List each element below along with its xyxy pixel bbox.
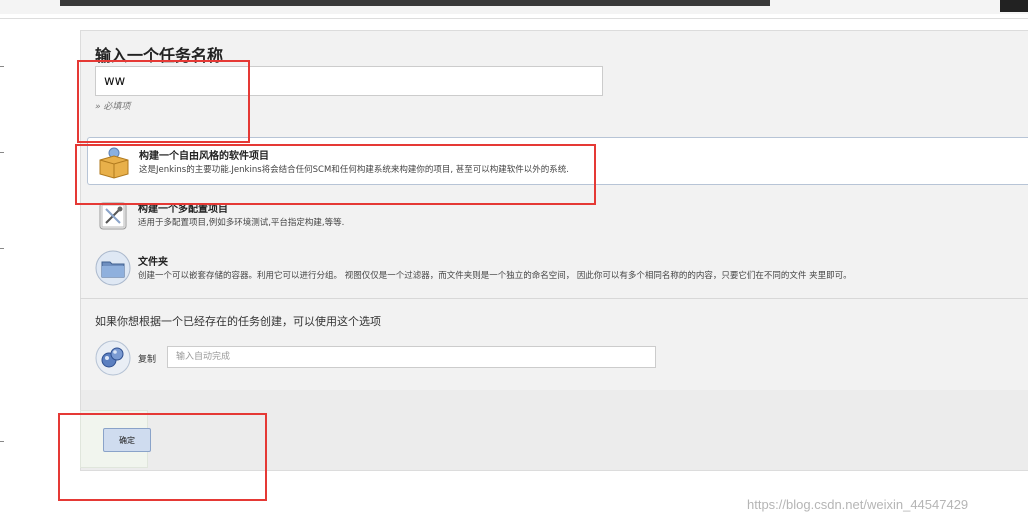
browser-corner (1000, 0, 1028, 12)
copy-from-label: 如果你想根据一个已经存在的任务创建，可以使用这个选项 (95, 315, 381, 328)
item-type-description: 适用于多配置项目,例如多环境测试,平台指定构建,等等. (138, 218, 345, 228)
folder-icon (95, 250, 131, 286)
annotation-box-freestyle (75, 144, 596, 205)
item-type-name: 文件夹 (138, 257, 168, 268)
watermark: https://blog.csdn.net/weixin_44547429 (747, 497, 969, 512)
browser-tab-strip (60, 0, 770, 6)
margin-tick (0, 441, 4, 442)
item-type-folder[interactable]: 文件夹 创建一个可以嵌套存储的容器。利用它可以进行分组。 视图仅仅是一个过滤器，… (87, 244, 1028, 292)
browser-top-strip (0, 0, 1028, 19)
annotation-box-name (77, 60, 250, 143)
margin-tick (0, 66, 4, 67)
section-divider (80, 298, 1028, 299)
copy-field-label: 复制 (138, 355, 157, 365)
item-type-description: 创建一个可以嵌套存储的容器。利用它可以进行分组。 视图仅仅是一个过滤器，而文件夹… (138, 271, 852, 281)
copy-from-input[interactable] (167, 346, 656, 368)
annotation-box-ok (58, 413, 267, 501)
top-divider (0, 18, 1028, 19)
margin-tick (0, 248, 4, 249)
copy-spheres-icon (95, 340, 131, 376)
margin-tick (0, 152, 4, 153)
